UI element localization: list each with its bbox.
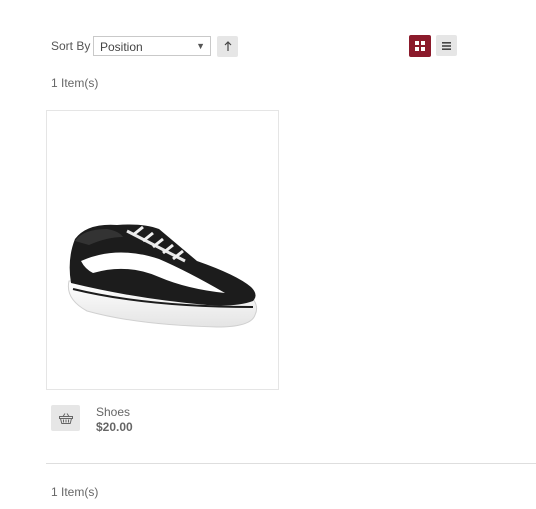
list-icon <box>442 41 451 50</box>
arrow-up-icon <box>224 41 231 51</box>
grid-icon <box>415 41 425 51</box>
item-count-top: 1 Item(s) <box>51 76 99 90</box>
add-to-cart-button[interactable] <box>51 405 80 431</box>
product-image-link[interactable] <box>46 110 279 390</box>
product-price: $20.00 <box>96 420 133 434</box>
divider <box>46 463 536 464</box>
sort-selected-value: Position <box>100 40 143 54</box>
list-view-button[interactable] <box>436 35 457 56</box>
grid-view-button[interactable] <box>409 35 431 57</box>
chevron-down-icon: ▼ <box>196 41 205 51</box>
sort-by-label: Sort By <box>51 39 91 53</box>
sneaker-image <box>67 224 258 328</box>
item-count-bottom: 1 Item(s) <box>51 485 99 499</box>
category-page: Sort By Position ▼ 1 Item(s) Shoes $20.0… <box>0 0 536 509</box>
sort-select[interactable]: Position ▼ <box>93 36 211 56</box>
sort-direction-button[interactable] <box>217 36 238 57</box>
basket-icon <box>58 412 73 424</box>
product-name-link[interactable]: Shoes <box>96 405 130 419</box>
